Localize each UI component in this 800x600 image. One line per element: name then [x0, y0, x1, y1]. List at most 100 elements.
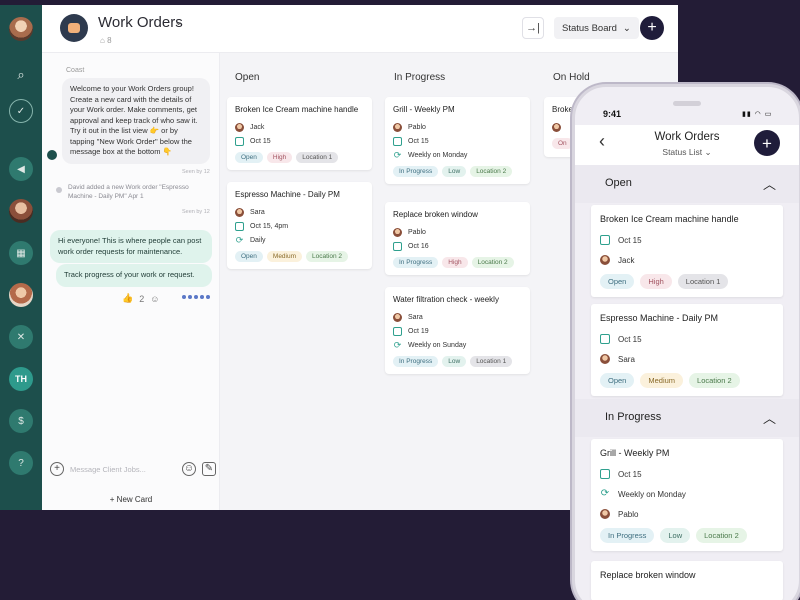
- chevron-down-icon: ⌄: [704, 147, 712, 157]
- mobile-view-label: Status List: [662, 147, 703, 157]
- mobile-work-order-card[interactable]: Broken Ice Cream machine handle Oct 15 J…: [591, 205, 783, 297]
- card-assignee: Sara: [250, 208, 265, 216]
- chevron-up-icon[interactable]: ︿: [763, 408, 776, 427]
- add-attachment-icon[interactable]: +: [50, 462, 64, 476]
- view-selector[interactable]: Status Board ⌄: [554, 17, 639, 39]
- repeat-icon: ⟳: [235, 234, 244, 245]
- location-badge: Location 2: [471, 257, 514, 268]
- card-assignee: Sara: [408, 313, 423, 321]
- calendar-icon: [600, 334, 610, 344]
- help-icon[interactable]: ?: [9, 451, 33, 475]
- priority-badge: Low: [442, 166, 467, 177]
- compose-card-icon[interactable]: ✎: [202, 462, 216, 476]
- card-due-date: Oct 16: [408, 242, 429, 250]
- card-title: Espresso Machine - Daily PM: [235, 190, 340, 199]
- card-title: Grill - Weekly PM: [393, 105, 455, 114]
- column-title-on-hold: On Hold: [553, 72, 590, 83]
- location-badge: Location 2: [696, 528, 747, 543]
- repeat-icon: ⟳: [600, 488, 610, 499]
- chevron-up-icon[interactable]: ︿: [763, 174, 776, 193]
- card-title: Broken Ice Cream machine handle: [235, 105, 359, 114]
- card-recurrence: Daily: [250, 236, 266, 244]
- megaphone-icon[interactable]: ◀: [9, 157, 33, 181]
- repeat-icon: ⟳: [393, 339, 402, 350]
- card-recurrence: Weekly on Monday: [408, 151, 468, 159]
- speaker-notch: [673, 101, 701, 106]
- section-title: In Progress: [605, 411, 662, 423]
- calendar-icon: [235, 221, 244, 231]
- calendar-icon[interactable]: ▦: [9, 241, 33, 265]
- priority-badge: High: [640, 274, 672, 289]
- location-badge: Location 2: [470, 166, 513, 177]
- emoji-icon[interactable]: ☺: [182, 462, 196, 476]
- user-avatar[interactable]: [9, 17, 33, 41]
- group-avatar-2[interactable]: [9, 283, 33, 307]
- card-assignee: Jack: [618, 255, 635, 265]
- status-bar-icons: ▮▮ ◠ ▭: [742, 111, 773, 118]
- card-assignee: Pablo: [408, 228, 426, 236]
- priority-badge: Low: [442, 356, 467, 367]
- message-composer: + Message Client Jobs... ☺ ✎: [50, 458, 216, 480]
- mobile-work-order-card[interactable]: Replace broken window: [591, 561, 783, 600]
- assignee-avatar: [393, 227, 402, 237]
- chevron-down-icon[interactable]: ⌄: [174, 15, 183, 28]
- check-circle-icon[interactable]: ✓: [9, 99, 33, 123]
- view-selector-label: Status Board: [562, 22, 617, 34]
- assignee-avatar: [600, 255, 610, 265]
- message-input[interactable]: Message Client Jobs...: [70, 465, 176, 474]
- section-header-in-progress[interactable]: In Progress ︿: [575, 399, 799, 437]
- card-title: Grill - Weekly PM: [600, 448, 670, 458]
- group-avatar-1[interactable]: [9, 199, 33, 223]
- card-due-date: Oct 15, 4pm: [250, 222, 289, 230]
- location-badge: Location 1: [677, 274, 729, 289]
- system-dot-icon: [56, 187, 62, 193]
- new-card-button[interactable]: + New Card: [42, 495, 220, 504]
- system-message: David added a new Work order "Espresso M…: [68, 184, 189, 200]
- page-title[interactable]: Work Orders: [98, 14, 183, 31]
- repeat-icon: ⟳: [393, 149, 402, 160]
- status-badge: Open: [600, 373, 635, 388]
- column-title-in-progress: In Progress: [394, 72, 446, 83]
- collapse-panel-button[interactable]: →|: [522, 17, 544, 39]
- priority-badge: High: [442, 257, 468, 268]
- calendar-icon: [393, 136, 402, 146]
- card-title: Espresso Machine - Daily PM: [600, 313, 719, 323]
- group-initials-avatar[interactable]: TH: [9, 367, 33, 391]
- mobile-work-order-card[interactable]: Espresso Machine - Daily PM Oct 15 Sara …: [591, 304, 783, 396]
- assignee-avatar: [393, 312, 402, 322]
- work-order-card[interactable]: Broken Ice Cream machine handle Jack Oct…: [227, 97, 372, 170]
- mobile-add-button[interactable]: +: [754, 130, 780, 156]
- location-badge: Location 2: [689, 373, 740, 388]
- mobile-header: ‹ Work Orders Status List ⌄ +: [575, 125, 799, 165]
- group-avatar[interactable]: [60, 14, 88, 42]
- section-header-open[interactable]: Open ︿: [575, 165, 799, 203]
- calendar-icon: [393, 326, 402, 336]
- card-due-date: Oct 15: [618, 469, 642, 479]
- mobile-work-order-card[interactable]: Grill - Weekly PM Oct 15 ⟳ Weekly on Mond…: [591, 439, 783, 551]
- message-seen-status: Seen by 12: [182, 209, 210, 215]
- section-title: Open: [605, 177, 632, 189]
- mobile-app-mockup: 9:41 ▮▮ ◠ ▭ ‹ Work Orders Status List ⌄ …: [572, 84, 800, 600]
- status-badge: Open: [235, 251, 263, 262]
- thumbs-up-icon[interactable]: 👍: [122, 293, 133, 304]
- message-reactions[interactable]: 👍 2 ☺: [122, 293, 159, 304]
- work-order-card[interactable]: Grill - Weekly PM Pablo Oct 15 ⟳ Weekly o…: [385, 97, 530, 184]
- calendar-icon: [600, 235, 610, 245]
- member-count: ⌂ 8: [100, 36, 112, 45]
- card-title: Broken Ice Cream machine handle: [600, 214, 739, 224]
- chat-panel: Coast Welcome to your Work Orders group!…: [42, 53, 220, 510]
- card-recurrence: Weekly on Monday: [618, 489, 686, 499]
- work-order-card[interactable]: Replace broken window Pablo Oct 16 In Pr…: [385, 202, 530, 275]
- tools-icon[interactable]: ✕: [9, 325, 33, 349]
- status-badge: In Progress: [600, 528, 655, 543]
- card-title: Replace broken window: [393, 210, 478, 219]
- search-icon[interactable]: ⌕: [9, 63, 33, 87]
- money-bag-icon[interactable]: $: [9, 409, 33, 433]
- add-reaction-icon[interactable]: ☺: [150, 294, 159, 304]
- work-order-card[interactable]: Water filtration check - weekly Sara Oct…: [385, 287, 530, 374]
- card-title: Water filtration check - weekly: [393, 295, 499, 304]
- add-work-order-button[interactable]: +: [640, 16, 664, 40]
- work-order-card[interactable]: Espresso Machine - Daily PM Sara Oct 15,…: [227, 182, 372, 269]
- status-badge: On: [552, 138, 573, 149]
- calendar-icon: [235, 136, 244, 146]
